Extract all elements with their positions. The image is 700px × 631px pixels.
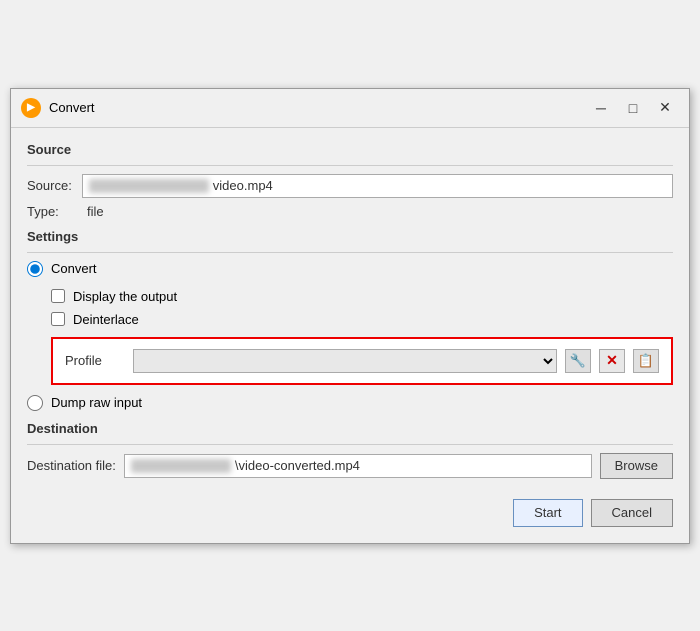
dump-raw-radio[interactable] (27, 395, 43, 411)
settings-section: Settings Convert Display the output Dein… (27, 229, 673, 411)
dump-raw-label: Dump raw input (51, 395, 142, 410)
display-output-row: Display the output (51, 289, 673, 304)
destination-section-label: Destination (27, 421, 673, 436)
title-bar: ▶ Convert ─ □ ✕ (11, 89, 689, 128)
destination-field-row: Destination file: \video-converted.mp4 B… (27, 453, 673, 479)
title-bar-left: ▶ Convert (21, 98, 95, 118)
window-title: Convert (49, 100, 95, 115)
maximize-button[interactable]: □ (619, 97, 647, 119)
profile-select[interactable] (133, 349, 557, 373)
source-field-row: Source: video.mp4 (27, 174, 673, 198)
title-bar-controls: ─ □ ✕ (587, 97, 679, 119)
display-output-checkbox[interactable] (51, 289, 65, 303)
destination-label: Destination file: (27, 458, 116, 473)
start-button[interactable]: Start (513, 499, 582, 527)
new-profile-icon: 📋 (638, 353, 654, 369)
browse-button[interactable]: Browse (600, 453, 673, 479)
dest-filename: \video-converted.mp4 (235, 458, 360, 473)
wrench-icon: 🔧 (570, 353, 586, 369)
close-button[interactable]: ✕ (651, 97, 679, 119)
profile-new-button[interactable]: 📋 (633, 349, 659, 373)
source-section: Source Source: video.mp4 Type: file (27, 142, 673, 219)
settings-section-label: Settings (27, 229, 673, 244)
type-value: file (87, 204, 673, 219)
minimize-button[interactable]: ─ (587, 97, 615, 119)
source-blurred-part (89, 179, 209, 193)
delete-icon: ✕ (606, 352, 618, 369)
source-input[interactable]: video.mp4 (82, 174, 673, 198)
dump-raw-row: Dump raw input (27, 395, 673, 411)
profile-box: Profile 🔧 ✕ 📋 (51, 337, 673, 385)
display-output-label: Display the output (73, 289, 177, 304)
profile-delete-button[interactable]: ✕ (599, 349, 625, 373)
deinterlace-row: Deinterlace (51, 312, 673, 327)
convert-label: Convert (51, 261, 97, 276)
source-divider (27, 165, 673, 166)
vlc-icon: ▶ (21, 98, 41, 118)
profile-edit-button[interactable]: 🔧 (565, 349, 591, 373)
source-section-label: Source (27, 142, 673, 157)
convert-window: ▶ Convert ─ □ ✕ Source Source: video.mp4… (10, 88, 690, 544)
profile-label: Profile (65, 353, 125, 368)
bottom-buttons: Start Cancel (27, 499, 673, 527)
deinterlace-label: Deinterlace (73, 312, 139, 327)
type-label: Type: (27, 204, 87, 219)
convert-radio[interactable] (27, 261, 43, 277)
source-label: Source: (27, 178, 82, 193)
destination-section: Destination Destination file: \video-con… (27, 421, 673, 479)
settings-divider (27, 252, 673, 253)
dest-blurred-part (131, 459, 231, 473)
destination-divider (27, 444, 673, 445)
convert-radio-row: Convert (27, 261, 673, 277)
type-field-row: Type: file (27, 204, 673, 219)
source-filename: video.mp4 (213, 178, 273, 193)
deinterlace-checkbox[interactable] (51, 312, 65, 326)
window-content: Source Source: video.mp4 Type: file Sett… (11, 128, 689, 543)
cancel-button[interactable]: Cancel (591, 499, 673, 527)
destination-input[interactable]: \video-converted.mp4 (124, 454, 592, 478)
